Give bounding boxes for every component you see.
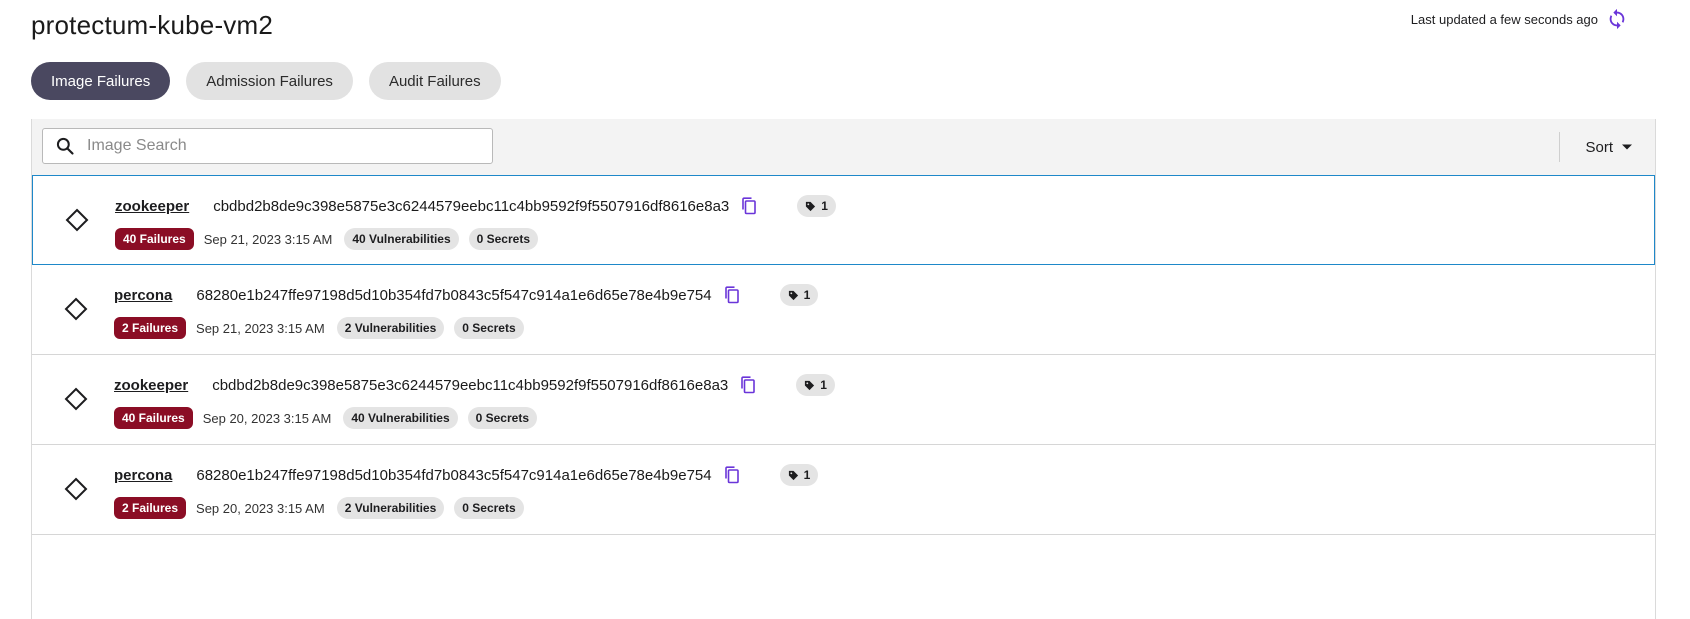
list-item[interactable]: percona 68280e1b247ffe97198d5d10b354fd7b… [32, 445, 1655, 535]
image-digest: cbdbd2b8de9c398e5875e3c6244579eebc11c4bb… [212, 376, 729, 394]
tab-admission-failures[interactable]: Admission Failures [186, 62, 353, 100]
diamond-icon [64, 477, 88, 501]
vulnerabilities-badge: 40 Vulnerabilities [344, 228, 459, 250]
tag-icon [788, 470, 798, 480]
copy-icon[interactable] [740, 376, 756, 394]
failures-badge: 40 Failures [114, 407, 193, 429]
tag-count-badge: 1 [779, 284, 819, 306]
tag-icon [788, 290, 798, 300]
image-digest: 68280e1b247ffe97198d5d10b354fd7b0843c5f5… [196, 466, 712, 484]
copy-icon[interactable] [741, 197, 757, 215]
scan-date: Sep 20, 2023 3:15 AM [196, 500, 325, 516]
list-item[interactable]: percona 68280e1b247ffe97198d5d10b354fd7b… [32, 265, 1655, 355]
vulnerabilities-badge: 2 Vulnerabilities [336, 317, 445, 339]
failures-badge: 2 Failures [114, 317, 187, 339]
tag-count-badge: 1 [779, 464, 819, 486]
tag-count: 1 [803, 288, 811, 302]
row-details: 40 Failures Sep 21, 2023 3:15 AM 40 Vuln… [115, 228, 538, 250]
row-header: percona 68280e1b247ffe97198d5d10b354fd7b… [114, 464, 819, 486]
row-header: zookeeper cbdbd2b8de9c398e5875e3c6244579… [114, 374, 835, 396]
search-box [42, 128, 493, 164]
scan-date: Sep 21, 2023 3:15 AM [203, 231, 333, 247]
failures-badge: 2 Failures [114, 497, 187, 519]
secrets-badge: 0 Secrets [468, 228, 538, 250]
failure-tabs: Image Failures Admission Failures Audit … [31, 62, 501, 100]
image-name-link[interactable]: zookeeper [114, 377, 188, 394]
secrets-badge: 0 Secrets [454, 497, 524, 519]
scan-date: Sep 21, 2023 3:15 AM [196, 320, 325, 336]
tab-image-failures[interactable]: Image Failures [31, 62, 171, 100]
tag-icon [806, 201, 816, 211]
sort-divider [1559, 132, 1560, 162]
search-icon [43, 136, 87, 156]
image-failure-list: zookeeper cbdbd2b8de9c398e5875e3c6244579… [32, 175, 1655, 535]
page: protectum-kube-vm2 Last updated a few se… [0, 0, 1690, 619]
secrets-badge: 0 Secrets [454, 317, 524, 339]
copy-icon[interactable] [724, 466, 740, 484]
image-name-link[interactable]: percona [114, 287, 172, 304]
failures-badge: 40 Failures [115, 228, 194, 250]
caret-down-icon [1622, 144, 1632, 150]
secrets-badge: 0 Secrets [467, 407, 537, 429]
image-name-link[interactable]: zookeeper [115, 198, 189, 215]
tag-count: 1 [820, 378, 827, 392]
tag-count-badge: 1 [796, 374, 835, 396]
vulnerabilities-badge: 40 Vulnerabilities [343, 407, 458, 429]
row-header: zookeeper cbdbd2b8de9c398e5875e3c6244579… [115, 195, 836, 217]
row-header: percona 68280e1b247ffe97198d5d10b354fd7b… [114, 284, 819, 306]
diamond-icon [64, 297, 88, 321]
list-item[interactable]: zookeeper cbdbd2b8de9c398e5875e3c6244579… [32, 355, 1655, 445]
tag-count-badge: 1 [797, 195, 836, 217]
row-details: 2 Failures Sep 21, 2023 3:15 AM 2 Vulner… [114, 317, 524, 339]
refresh-icon[interactable] [1606, 8, 1628, 30]
image-digest: cbdbd2b8de9c398e5875e3c6244579eebc11c4bb… [213, 197, 730, 215]
tab-audit-failures[interactable]: Audit Failures [368, 62, 501, 100]
diamond-icon [65, 208, 89, 232]
sort-button[interactable]: Sort [1585, 131, 1633, 163]
image-digest: 68280e1b247ffe97198d5d10b354fd7b0843c5f5… [196, 286, 712, 304]
vulnerabilities-badge: 2 Vulnerabilities [336, 497, 445, 519]
copy-icon[interactable] [724, 286, 740, 304]
last-updated-text: Last updated a few seconds ago [1410, 11, 1598, 27]
scan-date: Sep 20, 2023 3:15 AM [202, 410, 332, 426]
diamond-icon [64, 387, 88, 411]
last-updated-status: Last updated a few seconds ago [1411, 8, 1628, 30]
list-toolbar: Sort [32, 119, 1655, 175]
image-name-link[interactable]: percona [114, 467, 172, 484]
image-failures-panel: Sort zookeeper cbdbd2b8de9c398e5875e3c62… [31, 119, 1656, 619]
list-item[interactable]: zookeeper cbdbd2b8de9c398e5875e3c6244579… [32, 175, 1655, 265]
tag-count: 1 [821, 199, 828, 213]
row-details: 2 Failures Sep 20, 2023 3:15 AM 2 Vulner… [114, 497, 524, 519]
tag-icon [805, 380, 815, 390]
row-details: 40 Failures Sep 20, 2023 3:15 AM 40 Vuln… [114, 407, 537, 429]
page-title: protectum-kube-vm2 [31, 10, 274, 40]
sort-label: Sort [1585, 138, 1613, 156]
image-search-input[interactable] [87, 129, 492, 163]
tag-count: 1 [803, 468, 811, 482]
